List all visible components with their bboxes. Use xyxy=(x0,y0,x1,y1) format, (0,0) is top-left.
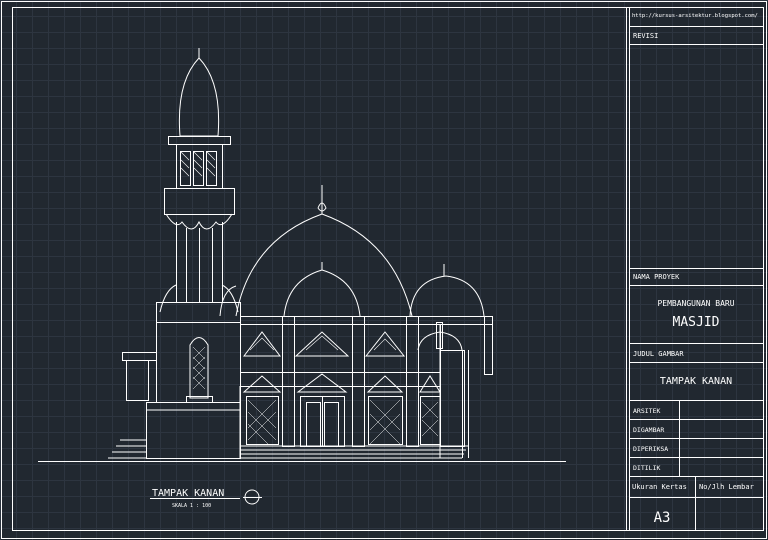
url-text: http://kursus-arsitektur.blogspot.com/ xyxy=(632,13,758,19)
paper-size-label: Ukuran Kertas xyxy=(632,483,687,491)
drawing-title-value: TAMPAK KANAN xyxy=(660,376,732,387)
project-line-2: MASJID xyxy=(673,315,720,330)
sheet-number-label: No/Jlh Lembar xyxy=(699,483,754,491)
side-dome xyxy=(409,264,485,351)
architect-label: ARSITEK xyxy=(633,407,660,415)
project-label: NAMA PROYEK xyxy=(633,273,680,281)
drawing-sheet: http://kursus-arsitektur.blogspot.com/ R… xyxy=(1,1,767,539)
drawing-title-label: JUDUL GAMBAR xyxy=(633,350,684,358)
drawing-scale: SKALA 1 : 100 xyxy=(172,503,211,509)
drawing-caption: TAMPAK KANAN xyxy=(152,488,224,499)
inspected-label: DITILIK xyxy=(633,464,660,472)
checked-label: DIPERIKSA xyxy=(633,445,668,453)
revision-label: REVISI xyxy=(633,32,658,40)
front-steps xyxy=(240,445,468,459)
main-dome xyxy=(219,185,413,317)
minaret xyxy=(156,48,241,323)
project-line-1: PEMBANGUNAN BARU xyxy=(657,299,734,308)
paper-size-value: A3 xyxy=(654,510,671,526)
left-block xyxy=(108,322,241,459)
right-wing xyxy=(436,316,493,458)
drawn-label: DIGAMBAR xyxy=(633,426,664,434)
